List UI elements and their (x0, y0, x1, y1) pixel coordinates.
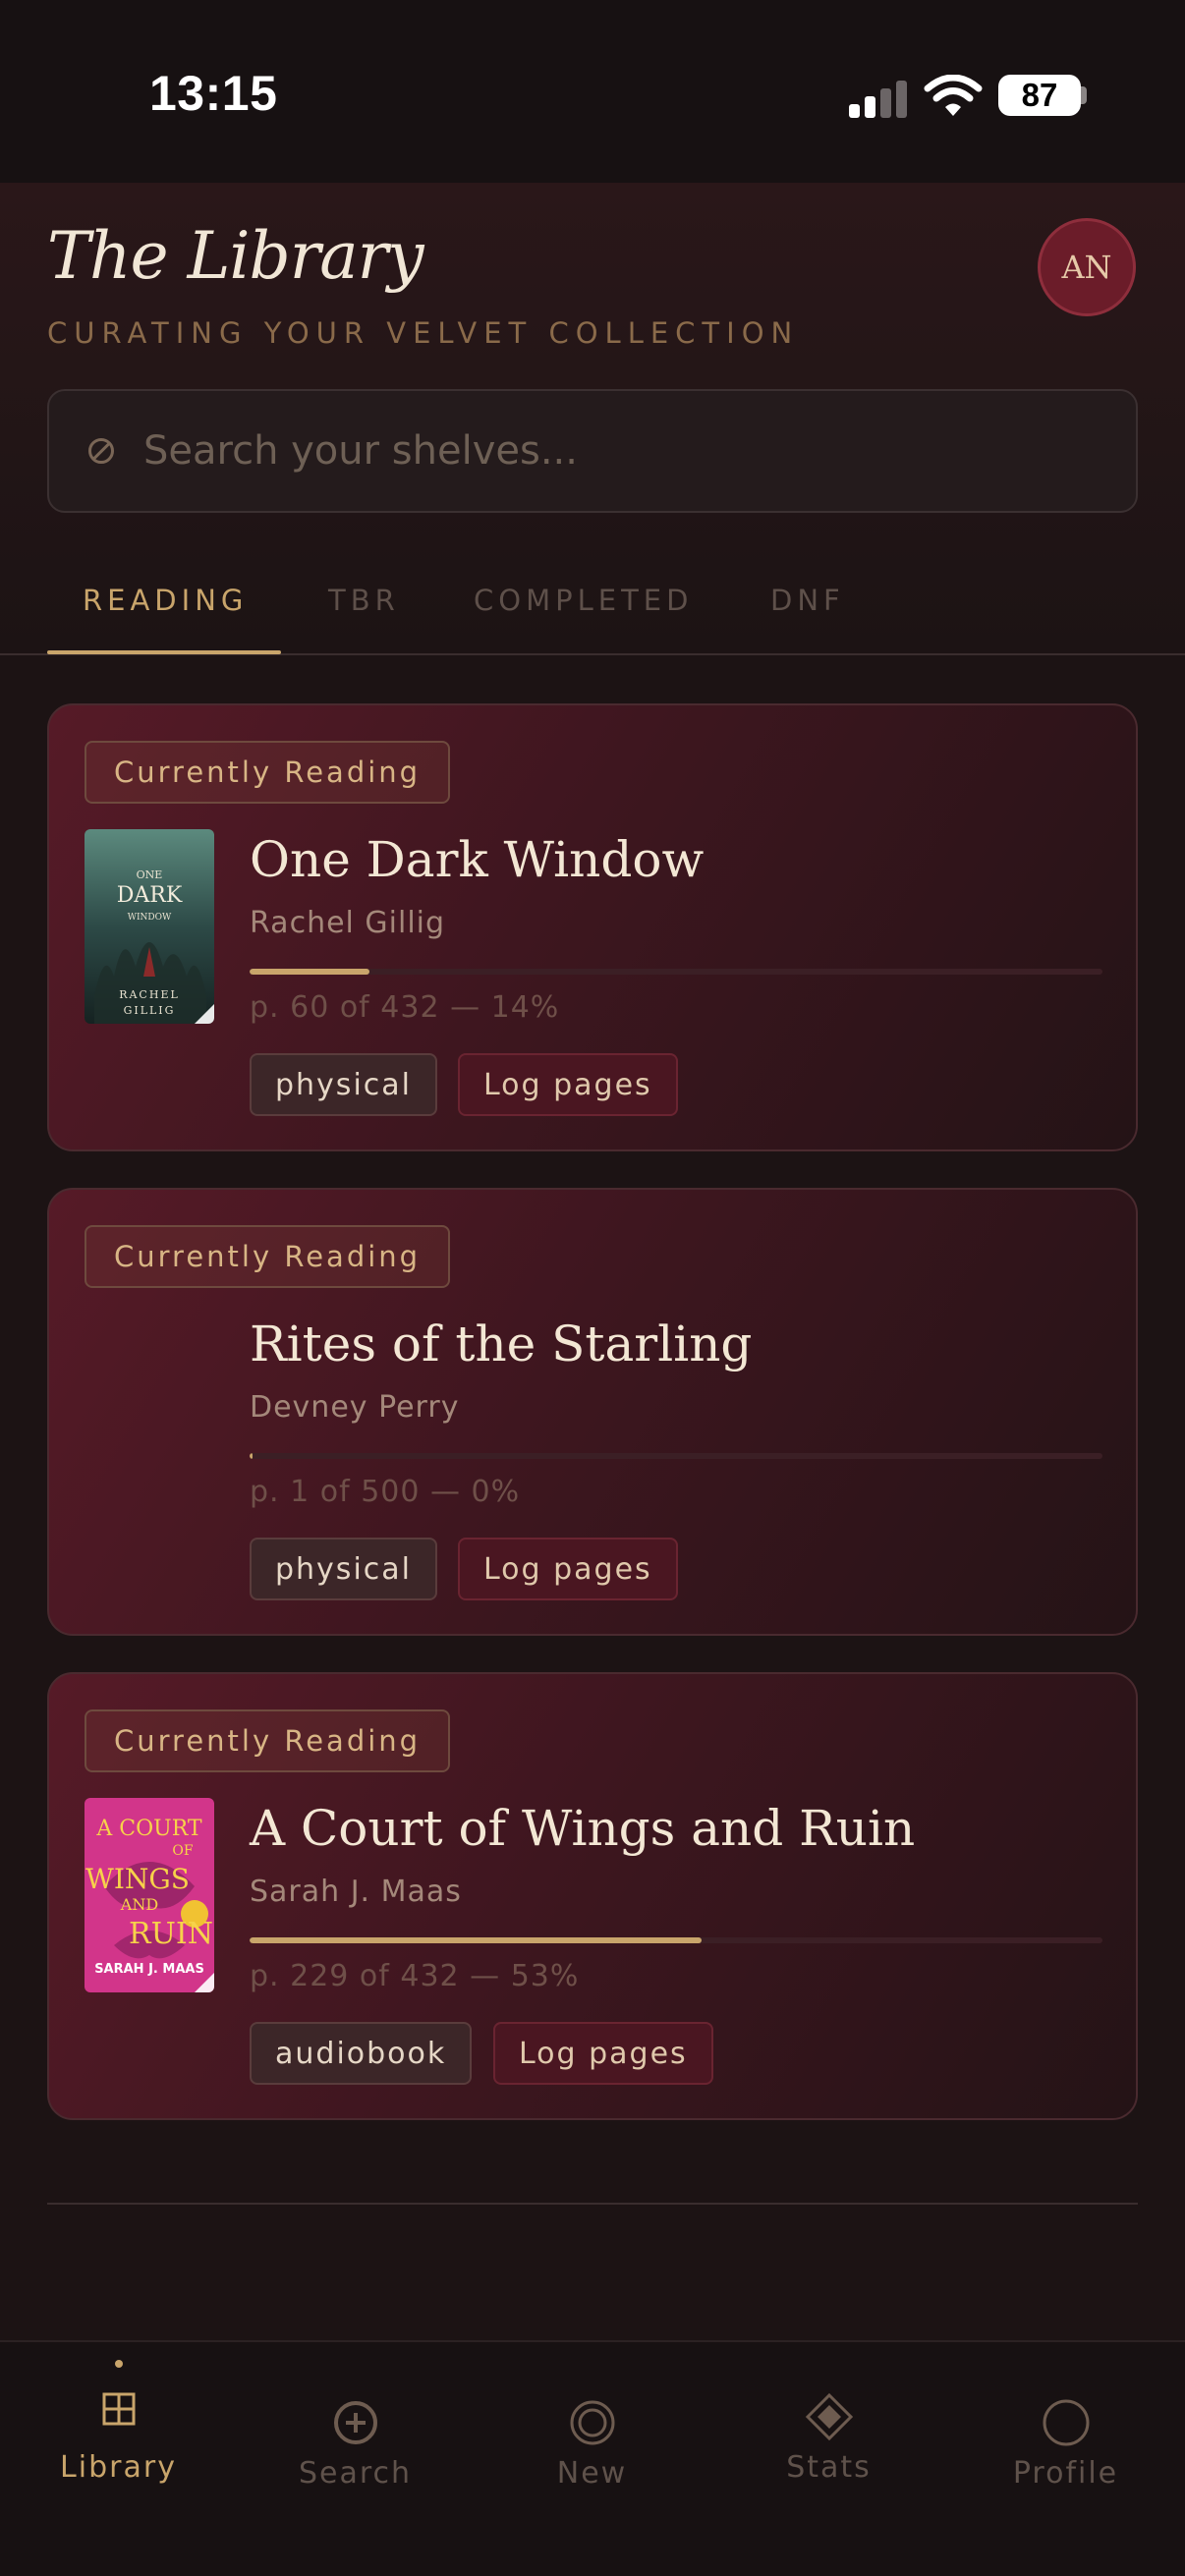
progress-text: p. 229 of 432 — 53% (250, 1959, 580, 1993)
book-cover: ONE DARK WINDOW RACHEL GILLIG (85, 829, 214, 1024)
cover-author: SARAH J. MAAS (94, 1962, 204, 1977)
active-tab-indicator (47, 650, 281, 654)
book-title[interactable]: A Court of Wings and Ruin (250, 1800, 915, 1857)
nav-new[interactable]: New (474, 2342, 710, 2539)
nav-label: Search (298, 2456, 413, 2491)
cover-title-line2: DARK (117, 883, 183, 908)
nav-stats[interactable]: Stats (710, 2342, 947, 2539)
book-cover: A COURT OF WINGS AND RUIN SARAH J. MAAS (85, 1798, 214, 1992)
cover-title-line1: ONE (137, 868, 163, 881)
cover-title-line3: WINDOW (128, 913, 172, 923)
cover-title-line1: A COURT (95, 1817, 201, 1841)
progress-text: p. 60 of 432 — 14% (250, 990, 560, 1025)
book-author: Sarah J. Maas (250, 1875, 462, 1909)
nav-label: Stats (786, 2450, 872, 2485)
page-title: The Library (47, 218, 423, 294)
progress-fill (250, 1937, 703, 1943)
reading-progress-bar (250, 1453, 1102, 1459)
progress-fill (250, 969, 369, 975)
status-badge: Currently Reading (85, 741, 451, 804)
nav-label: Profile (1012, 2456, 1119, 2491)
cellular-signal-icon (849, 79, 908, 118)
book-title[interactable]: Rites of the Starling (250, 1316, 752, 1372)
cover-author-bottom: GILLIG (124, 1004, 176, 1017)
format-chip[interactable]: physical (250, 1538, 437, 1600)
progress-fill (250, 1453, 253, 1459)
reading-progress-bar (250, 1937, 1102, 1943)
progress-text: p. 1 of 500 — 0% (250, 1475, 521, 1509)
search-input[interactable] (143, 428, 1136, 474)
diamond-icon (805, 2392, 853, 2441)
bottom-nav: Library Search New Stats Profile (0, 2340, 1185, 2576)
log-pages-button[interactable]: Log pages (493, 2022, 713, 2085)
book-title[interactable]: One Dark Window (250, 831, 704, 888)
page-subtitle: CURATING YOUR VELVET COLLECTION (47, 316, 800, 350)
nav-label: Library (60, 2450, 177, 2485)
reading-progress-bar (250, 969, 1102, 975)
format-chip[interactable]: audiobook (250, 2022, 473, 2085)
target-icon (570, 2400, 614, 2445)
tab-reading[interactable]: READING (83, 584, 248, 617)
book-card[interactable]: Currently Reading Rites of the Starling … (47, 1188, 1138, 1636)
book-author: Devney Perry (250, 1390, 460, 1425)
nav-label: New (556, 2456, 628, 2491)
wifi-icon (924, 75, 983, 116)
format-chip[interactable]: physical (250, 1053, 437, 1116)
list-end-divider (47, 2203, 1138, 2205)
nav-search[interactable]: Search (237, 2342, 474, 2539)
book-card[interactable]: Currently Reading ONE DARK WINDOW RACHEL… (47, 703, 1138, 1151)
cover-title-line3: WINGS (85, 1863, 190, 1895)
battery-cap (1081, 86, 1087, 104)
shelf-tabs: READING TBR COMPLETED DNF (0, 550, 1185, 655)
status-badge: Currently Reading (85, 1709, 451, 1772)
circle-icon (1043, 2399, 1089, 2446)
plus-circle-icon (333, 2401, 377, 2444)
battery-indicator: 87 (998, 75, 1081, 116)
nav-profile[interactable]: Profile (947, 2342, 1184, 2539)
status-bar: 13:15 87 (0, 0, 1185, 183)
log-pages-button[interactable]: Log pages (458, 1538, 678, 1600)
search-bar[interactable] (47, 389, 1138, 513)
cover-title-line4: AND (120, 1895, 158, 1914)
status-badge: Currently Reading (85, 1225, 451, 1288)
status-time: 13:15 (149, 66, 278, 121)
tab-completed[interactable]: COMPLETED (474, 584, 693, 617)
search-icon (88, 438, 114, 464)
log-pages-button[interactable]: Log pages (458, 1053, 678, 1116)
active-nav-dot (114, 2360, 123, 2368)
nav-library[interactable]: Library (0, 2342, 237, 2539)
avatar[interactable]: AN (1038, 218, 1136, 316)
tab-dnf[interactable]: DNF (770, 584, 845, 617)
cover-title-line2: OF (172, 1843, 193, 1859)
cover-author-top: RACHEL (119, 988, 180, 1001)
cover-title-line5: RUIN (129, 1917, 213, 1951)
book-card[interactable]: Currently Reading A COURT OF WINGS AND R… (47, 1672, 1138, 2120)
grid-icon (102, 2392, 135, 2426)
tab-tbr[interactable]: TBR (328, 584, 400, 617)
book-author: Rachel Gillig (250, 906, 446, 940)
